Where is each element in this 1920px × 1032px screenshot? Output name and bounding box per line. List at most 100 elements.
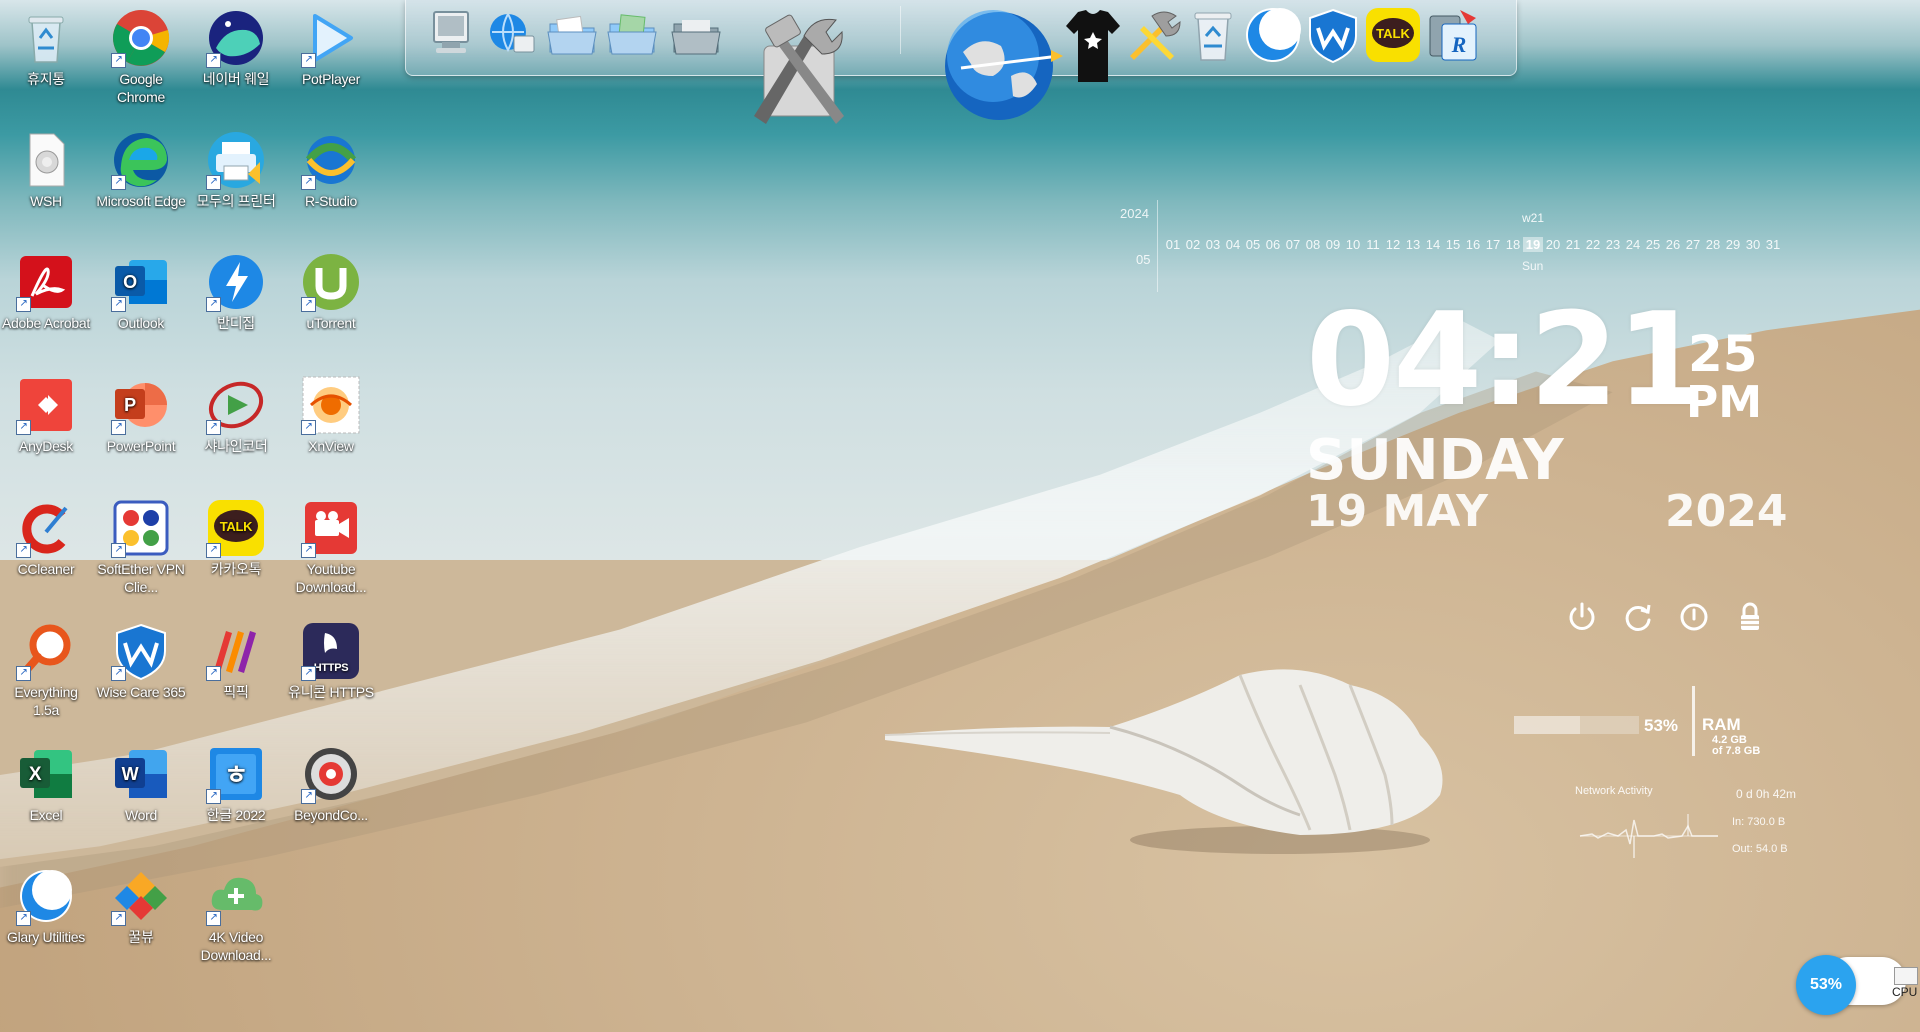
lock-button[interactable] bbox=[1733, 600, 1767, 634]
calendar-days-strip: 01 02 03 04 05 06 07 08 09 10 11 12 13 14 15 16 17 18 19 20… bbox=[1163, 237, 1783, 252]
desktop-icon-unicorn-https[interactable]: HTTPS ↗ 유니콘 HTTPS bbox=[285, 621, 377, 701]
kakaotalk-badge-text: TALK bbox=[1376, 26, 1410, 41]
calendar-day: 26 bbox=[1665, 237, 1681, 252]
shortcut-arrow-icon: ↗ bbox=[206, 420, 221, 435]
dock-my-computer-icon[interactable] bbox=[424, 6, 482, 64]
desktop-icon-xnview[interactable]: ↗ XnView bbox=[285, 375, 377, 455]
dock-recycle-bin-icon[interactable] bbox=[1184, 6, 1242, 64]
dock-glary-utilities-icon[interactable] bbox=[1244, 6, 1302, 64]
lock-icon bbox=[1741, 602, 1759, 630]
desktop-icon-potplayer[interactable]: ↗ PotPlayer bbox=[285, 8, 377, 88]
calendar-day: 19 bbox=[1523, 237, 1543, 252]
desktop-icon-kakaotalk[interactable]: TALK ↗ 카카오톡 bbox=[190, 498, 282, 578]
printer-icon: ↗ bbox=[206, 130, 266, 190]
desktop-icon-label: Wise Care 365 bbox=[96, 684, 186, 700]
wsh-file-icon bbox=[16, 130, 76, 190]
desktop-icon-youtube-downloader[interactable]: ↗ Youtube Download... bbox=[285, 498, 377, 596]
dock-wise-care-icon[interactable] bbox=[1304, 6, 1362, 64]
desktop-icon-picpick[interactable]: ↗ 픽픽 bbox=[190, 621, 282, 701]
desktop-icon-label: 한글 2022 bbox=[206, 807, 266, 823]
desktop-icon-bandizip[interactable]: ↗ 반디집 bbox=[190, 252, 282, 332]
naver-whale-icon: ↗ bbox=[206, 8, 266, 68]
dock-kakaotalk-icon[interactable]: TALK bbox=[1364, 6, 1422, 64]
dock-network-icon[interactable] bbox=[484, 6, 542, 64]
desktop-icon-softether-vpn[interactable]: ↗ SoftEther VPN Clie... bbox=[95, 498, 187, 596]
shortcut-arrow-icon: ↗ bbox=[16, 666, 31, 681]
desktop-icon-utorrent[interactable]: ↗ uTorrent bbox=[285, 252, 377, 332]
calendar-day: 11 bbox=[1366, 237, 1380, 252]
cpu-widget[interactable]: CPU 53% bbox=[1796, 955, 1918, 1015]
desktop-icon-naver-whale[interactable]: ↗ 네이버 웨일 bbox=[190, 8, 282, 88]
desktop-icon-ccleaner[interactable]: ↗ CCleaner bbox=[0, 498, 92, 578]
desktop-icon-modu-printer[interactable]: ↗ 모두의 프린터 bbox=[190, 130, 282, 210]
desktop-icon-microsoft-edge[interactable]: ↗ Microsoft Edge bbox=[95, 130, 187, 210]
desktop-icon-powerpoint[interactable]: P ↗ PowerPoint bbox=[95, 375, 187, 455]
desktop-icon-anydesk[interactable]: ↗ AnyDesk bbox=[0, 375, 92, 455]
ram-percent: 53% bbox=[1644, 716, 1679, 735]
shortcut-arrow-icon: ↗ bbox=[111, 543, 126, 558]
desktop-icon-label: Word bbox=[125, 807, 157, 823]
desktop-icon-label: SoftEther VPN Clie... bbox=[97, 561, 185, 595]
svg-text:W: W bbox=[122, 764, 139, 784]
ram-usage-bar bbox=[1514, 716, 1639, 734]
clock-time: 04:21 bbox=[1306, 286, 1705, 435]
standby-button[interactable] bbox=[1677, 600, 1711, 634]
desktop-icon-wsh[interactable]: WSH bbox=[0, 130, 92, 210]
desktop-icon-hangul-2022[interactable]: ㅎ ↗ 한글 2022 bbox=[190, 744, 282, 824]
calendar-day: 15 bbox=[1445, 237, 1461, 252]
shortcut-arrow-icon: ↗ bbox=[206, 297, 221, 312]
calendar-day: 28 bbox=[1705, 237, 1721, 252]
calendar-day: 24 bbox=[1625, 237, 1641, 252]
shortcut-arrow-icon: ↗ bbox=[301, 543, 316, 558]
desktop-icon-word[interactable]: W Word bbox=[95, 744, 187, 824]
desktop-icon-recycle-bin[interactable]: 휴지통 bbox=[0, 8, 92, 88]
desktop-icon-excel[interactable]: X Excel bbox=[0, 744, 92, 824]
ram-label: RAM bbox=[1702, 715, 1741, 734]
dock-system-tools-icon[interactable] bbox=[744, 6, 854, 132]
desktop-icon-label: 휴지통 bbox=[27, 71, 65, 87]
desktop-icon-label: 유니콘 HTTPS bbox=[288, 684, 374, 700]
desktop-icon-label: 샤나인코더 bbox=[204, 438, 268, 454]
svg-text:P: P bbox=[124, 395, 136, 415]
ccleaner-icon: ↗ bbox=[16, 498, 76, 558]
youtube-downloader-icon: ↗ bbox=[301, 498, 361, 558]
word-icon: W bbox=[111, 744, 171, 804]
desktop-icon-everything[interactable]: ↗ Everything 1.5a bbox=[0, 621, 92, 719]
desktop-icon-glary-utilities[interactable]: ↗ Glary Utilities bbox=[0, 866, 92, 946]
shortcut-arrow-icon: ↗ bbox=[301, 175, 316, 190]
dock-r-tool-icon[interactable]: R bbox=[1424, 6, 1482, 64]
dock-pictures-folder-icon[interactable] bbox=[604, 6, 662, 64]
calendar-day: 16 bbox=[1465, 237, 1481, 252]
desktop-icon-wise-care[interactable]: ↗ Wise Care 365 bbox=[95, 621, 187, 701]
shortcut-arrow-icon: ↗ bbox=[111, 297, 126, 312]
desktop-icon-honeyview[interactable]: ↗ 꿀뷰 bbox=[95, 866, 187, 946]
desktop-icon-label: 모두의 프린터 bbox=[196, 193, 276, 209]
ram-usage-fill bbox=[1514, 716, 1581, 734]
calendar-day: 04 bbox=[1225, 237, 1241, 252]
dock-tools-icon[interactable] bbox=[1124, 6, 1182, 64]
calendar-day: 13 bbox=[1405, 237, 1421, 252]
dock-documents-folder-icon[interactable] bbox=[544, 6, 602, 64]
calendar-week-number: w21 bbox=[1522, 211, 1545, 225]
dock-globe-icon[interactable] bbox=[941, 6, 1063, 128]
utorrent-icon: ↗ bbox=[301, 252, 361, 312]
desktop-icon-beyond-compare[interactable]: ↗ BeyondCo... bbox=[285, 744, 377, 824]
restart-button[interactable] bbox=[1621, 600, 1655, 634]
dock-folder-icon[interactable] bbox=[668, 6, 726, 64]
desktop-icon-r-studio[interactable]: ↗ R-Studio bbox=[285, 130, 377, 210]
calendar-day: 17 bbox=[1485, 237, 1501, 252]
restart-icon bbox=[1625, 604, 1651, 631]
desktop-icon-label: 픽픽 bbox=[223, 684, 249, 700]
desktop-icon-adobe-acrobat[interactable]: ↗ Adobe Acrobat bbox=[0, 252, 92, 332]
desktop-icon-shana-encoder[interactable]: ↗ 샤나인코더 bbox=[190, 375, 282, 455]
power-off-button[interactable] bbox=[1565, 600, 1599, 634]
desktop-icon-label: XnView bbox=[308, 438, 354, 454]
desktop-icon-4k-video-downloader[interactable]: ↗ 4K Video Download... bbox=[190, 866, 282, 964]
calendar-day: 08 bbox=[1305, 237, 1321, 252]
desktop-icon-outlook[interactable]: O ↗ Outlook bbox=[95, 252, 187, 332]
calendar-day: 29 bbox=[1725, 237, 1741, 252]
dock-tshirt-icon[interactable] bbox=[1064, 6, 1122, 82]
desktop-icon-google-chrome[interactable]: ↗ Google Chrome bbox=[95, 8, 187, 106]
desktop-icon-label: 네이버 웨일 bbox=[202, 71, 270, 87]
shortcut-arrow-icon: ↗ bbox=[16, 297, 31, 312]
